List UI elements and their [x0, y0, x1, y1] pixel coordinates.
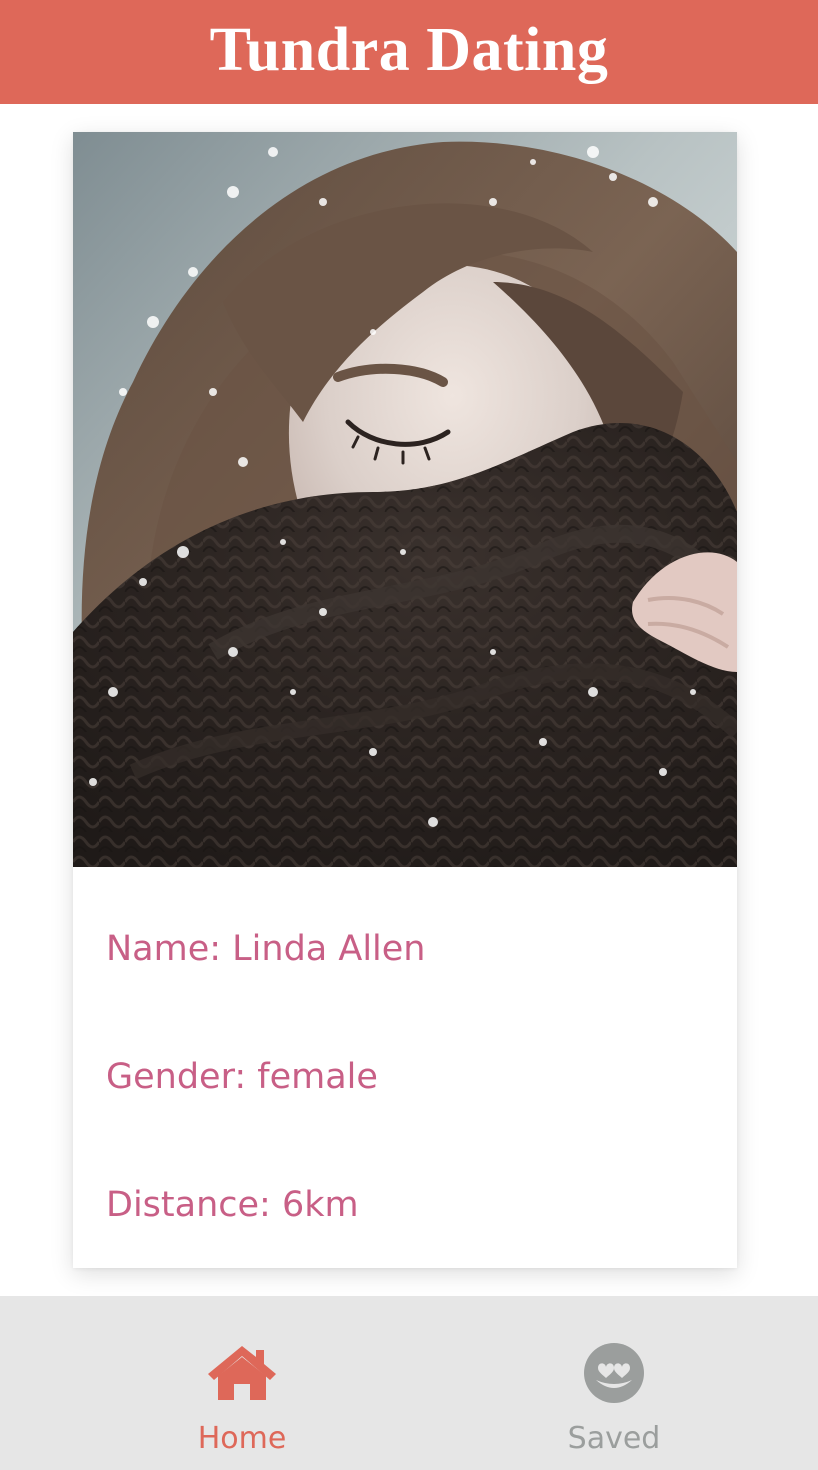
profile-name: Name: Linda Allen — [106, 929, 426, 969]
profile-distance: Distance: 6km — [106, 1185, 359, 1225]
home-icon — [208, 1346, 276, 1400]
nav-saved-button[interactable]: Saved — [494, 1296, 734, 1470]
nav-home-label: Home — [197, 1421, 287, 1456]
smile-heart-eyes-icon — [584, 1343, 644, 1403]
app-title: Tundra Dating — [209, 15, 609, 84]
nav-home-button[interactable]: Home — [122, 1296, 362, 1470]
app-header: Tundra Dating — [0, 0, 818, 104]
nav-saved-label: Saved — [567, 1421, 661, 1456]
profile-photo — [73, 132, 737, 867]
profile-photo-image — [73, 132, 737, 867]
profile-card[interactable]: Name: Linda Allen Gender: female Distanc… — [73, 132, 737, 1268]
bottom-nav: Home Saved — [0, 1296, 818, 1470]
profile-gender: Gender: female — [106, 1057, 378, 1097]
